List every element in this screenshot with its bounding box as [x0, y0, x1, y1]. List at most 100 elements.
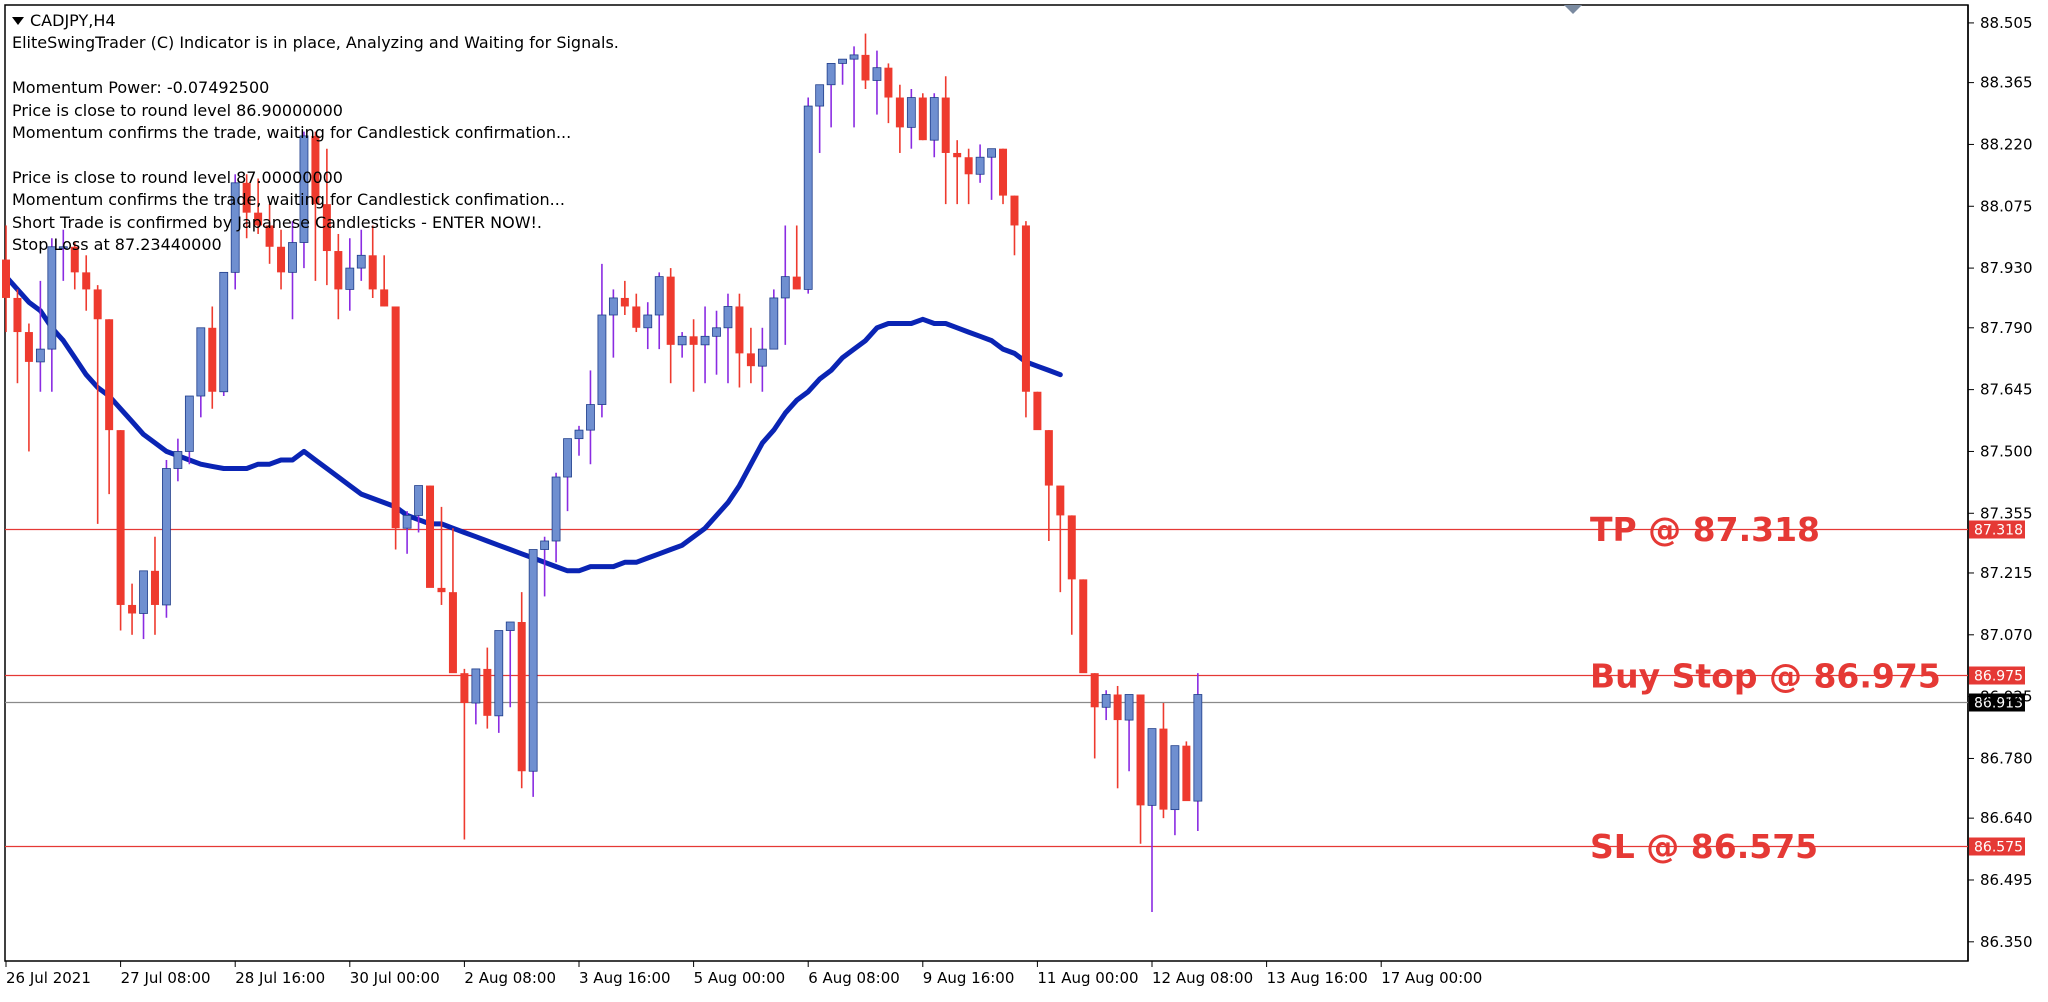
y-tick-label: 87.215 [1980, 564, 2033, 582]
bear-candle-body [1136, 694, 1145, 806]
candle[interactable] [528, 549, 538, 797]
bear-candle-body [517, 622, 526, 772]
bull-candle-body [586, 404, 595, 431]
candle[interactable] [426, 485, 435, 588]
x-tick-label: 12 Aug 08:00 [1152, 969, 1253, 987]
bear-candle-body [82, 272, 91, 290]
bear-candle-body [483, 668, 492, 716]
bull-candle-body [47, 246, 57, 350]
bull-candle-body [654, 276, 664, 316]
bull-candle-body [757, 348, 767, 367]
bear-candle-body [792, 276, 801, 290]
y-tick-label: 87.500 [1980, 442, 2033, 460]
bear-candle-body [884, 67, 893, 98]
x-tick-label: 9 Aug 16:00 [923, 969, 1015, 987]
bear-candle-body [735, 306, 744, 354]
bear-candle-body [448, 592, 457, 674]
y-tick-label: 86.350 [1980, 933, 2033, 951]
bear-candle-body [1079, 579, 1088, 674]
bull-candle-body [929, 97, 939, 141]
bull-candle-body [849, 54, 859, 60]
bear-candle-body [964, 157, 973, 175]
candle[interactable] [1033, 391, 1042, 431]
info-line: Price is close to round level 87.0000000… [12, 167, 343, 187]
x-tick-label: 28 Jul 16:00 [235, 969, 325, 987]
bear-candle-body [116, 430, 125, 605]
bull-candle-body [219, 271, 229, 393]
x-tick-label: 13 Aug 16:00 [1267, 969, 1368, 987]
bull-candle-body [975, 156, 985, 175]
price-tag-label: 86.575 [1974, 840, 2023, 856]
candle[interactable] [219, 271, 229, 397]
info-line: Momentum confirms the trade, waiting for… [12, 122, 572, 142]
bull-candle-body [35, 348, 45, 363]
info-line: Momentum Power: -0.07492500 [12, 78, 270, 98]
bear-candle-body [1010, 195, 1019, 226]
candle[interactable] [803, 97, 813, 294]
bull-candle-body [345, 267, 355, 290]
bear-candle-body [105, 319, 114, 431]
bear-candle-body [1021, 225, 1030, 392]
y-tick-label: 87.645 [1980, 381, 2033, 399]
symbol-label: CADJPY,H4 [30, 11, 116, 30]
y-tick-label: 86.640 [1980, 809, 2033, 827]
info-line: EliteSwingTrader (C) Indicator is in pla… [12, 33, 619, 53]
x-tick-label: 6 Aug 08:00 [808, 969, 900, 987]
bull-candle-body [1147, 728, 1157, 806]
level-annotation: Buy Stop @ 86.975 [1590, 656, 1941, 695]
indicator-info-panel: CADJPY,H4 EliteSwingTrader (C) Indicator… [12, 10, 619, 256]
bull-candle-body [597, 314, 607, 405]
bull-candle-body [712, 327, 721, 337]
candle[interactable] [391, 306, 400, 550]
chevron-down-icon[interactable] [12, 17, 24, 26]
x-tick-label: 27 Jul 08:00 [121, 969, 211, 987]
bear-candle-body [1159, 728, 1168, 810]
x-tick-label: 26 Jul 2021 [6, 969, 91, 987]
bull-candle-body [528, 549, 538, 772]
bull-candle-body [402, 515, 412, 529]
bull-candle-body [356, 254, 366, 269]
info-line: Momentum confirms the trade, waiting for… [12, 190, 565, 210]
bear-candle-body [24, 332, 33, 362]
bear-candle-body [437, 587, 446, 593]
bear-candle-body [150, 570, 159, 605]
price-tag-label: 87.318 [1974, 523, 2023, 539]
bear-candle-body [861, 54, 870, 81]
bear-candle-body [426, 485, 435, 588]
bull-candle-body [1170, 745, 1180, 811]
x-tick-label: 30 Jul 00:00 [350, 969, 440, 987]
bull-candle-body [1101, 694, 1111, 708]
bear-candle-body [208, 327, 217, 392]
bear-candle-body [953, 152, 962, 158]
bear-candle-body [93, 289, 102, 320]
bull-candle-body [184, 395, 194, 452]
bull-candle-body [505, 621, 515, 631]
bear-candle-body [1067, 515, 1076, 580]
candle[interactable] [116, 430, 125, 631]
y-tick-label: 87.790 [1980, 319, 2033, 337]
bull-candle-body [872, 67, 882, 81]
y-tick-label: 87.930 [1980, 259, 2033, 277]
bear-candle-body [460, 673, 469, 704]
bull-candle-body [1124, 694, 1134, 721]
candle[interactable] [1182, 741, 1191, 802]
info-line [12, 55, 619, 77]
candle[interactable] [1079, 579, 1088, 674]
bull-candle-body [723, 306, 733, 329]
y-tick-label: 87.070 [1980, 626, 2033, 644]
candle[interactable] [162, 459, 171, 618]
x-tick-label: 2 Aug 08:00 [464, 969, 556, 987]
bear-candle-body [380, 289, 389, 307]
bull-candle-body [643, 314, 653, 329]
y-tick-label: 86.495 [1980, 871, 2033, 889]
bull-candle-body [769, 297, 779, 350]
symbol-row[interactable]: CADJPY,H4 [12, 10, 619, 32]
y-tick-label: 88.505 [1980, 14, 2033, 32]
bull-candle-body [196, 327, 206, 397]
y-tick-label: 86.780 [1980, 749, 2033, 767]
y-tick-label: 87.355 [1980, 504, 2033, 522]
candle[interactable] [1021, 221, 1030, 418]
candle[interactable] [918, 93, 927, 141]
bull-candle-body [838, 58, 847, 64]
candle[interactable] [769, 289, 779, 350]
